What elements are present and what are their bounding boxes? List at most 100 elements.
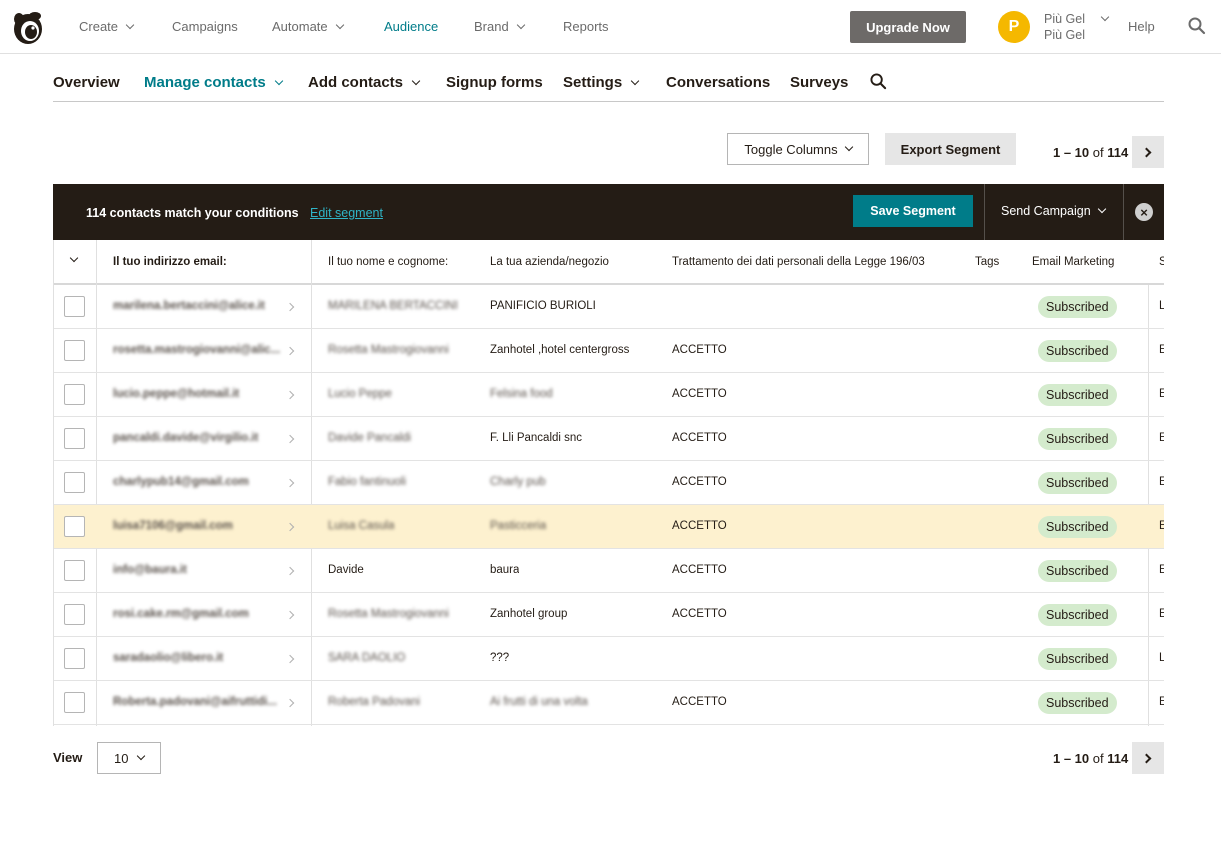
chevron-right-icon[interactable] [285,478,295,488]
account-menu[interactable]: Più Gel Più Gel [1044,11,1085,43]
status-badge: Subscribed [1038,692,1117,714]
pagination-summary-bottom: 1 – 10 of 114 [1053,751,1128,766]
row-checkbox[interactable] [64,516,85,537]
edit-segment-link[interactable]: Edit segment [310,206,383,220]
chevron-down-icon[interactable] [1100,12,1110,22]
nav-create[interactable]: Create [79,19,135,34]
chevron-right-icon[interactable] [285,302,295,312]
contact-email[interactable]: marilena.bertaccini@alice.it [113,300,265,312]
contact-company: PANIFICIO BURIOLI [490,300,596,312]
table-row[interactable]: info@baura.it Davide baura ACCETTO Subscribe… [54,549,1164,593]
nav-brand[interactable]: Brand [474,19,525,34]
next-page-button[interactable] [1132,136,1164,168]
row-checkbox[interactable] [64,472,85,493]
contact-name: MARILENA BERTACCINI [328,300,458,312]
column-header-email[interactable]: Il tuo indirizzo email: [113,256,227,268]
contact-privacy-consent: ACCETTO [672,432,727,444]
contact-email[interactable]: rosetta.mastrogiovanni@alic... [113,344,280,356]
status-badge: Subscribed [1038,384,1117,406]
chevron-right-icon[interactable] [285,610,295,620]
table-row[interactable]: saradaolio@libero.it SARA DAOLIO??? Subscr… [54,637,1164,681]
nav-automate-label: Automate [272,19,328,34]
table-row[interactable]: marilena.bertaccini@alice.it MARILENA BER… [54,285,1164,329]
contact-privacy-consent: ACCETTO [672,388,727,400]
table-header: Il tuo indirizzo email: Il tuo nome e co… [54,240,1164,285]
nav-reports[interactable]: Reports [563,19,609,34]
contact-company: Ai frutti di una volta [490,696,588,708]
tab-settings[interactable]: Settings [563,74,640,91]
rows-per-page-value: 10 [114,750,129,766]
row-checkbox[interactable] [64,384,85,405]
tab-signup-forms[interactable]: Signup forms [446,74,543,91]
nav-automate[interactable]: Automate [272,19,344,34]
contact-email[interactable]: info@baura.it [113,564,187,576]
chevron-right-icon[interactable] [285,390,295,400]
help-link[interactable]: Help [1128,19,1155,34]
contact-name: Davide [328,564,364,576]
table-row[interactable]: rosetta.mastrogiovanni@alic... Rosetta Ma… [54,329,1164,373]
tab-add-contacts[interactable]: Add contacts [308,74,421,91]
contact-email[interactable]: rosi.cake.rm@gmail.com [113,608,249,620]
row-checkbox[interactable] [64,604,85,625]
contact-email[interactable]: saradaolio@libero.it [113,652,223,664]
column-header-privacy[interactable]: Trattamento dei dati personali della Leg… [672,256,925,268]
table-row[interactable]: pancaldi.davide@virgilio.it Davide Pancal… [54,417,1164,461]
column-header-company[interactable]: La tua azienda/negozio [490,256,609,268]
row-checkbox[interactable] [64,648,85,669]
contact-email[interactable]: luisa7106@gmail.com [113,520,233,532]
select-all-dropdown-icon[interactable] [69,253,79,263]
divider [1123,184,1124,240]
pagination-total: 114 [1107,751,1129,766]
chevron-right-icon[interactable] [285,522,295,532]
pagination-of: of [1092,145,1104,160]
column-header-source[interactable]: S [1159,256,1164,268]
table-row[interactable]: rosi.cake.rm@gmail.com Rosetta Mastrogiov… [54,593,1164,637]
upgrade-now-button[interactable]: Upgrade Now [850,11,966,43]
row-checkbox[interactable] [64,560,85,581]
table-row[interactable]: luisa7106@gmail.com Luisa Casula Pasticcer… [54,505,1164,549]
chevron-down-icon [844,142,853,152]
save-segment-button[interactable]: Save Segment [853,195,973,227]
table-row[interactable]: Roberta.padovani@aifruttidi... Roberta Pa… [54,681,1164,725]
tab-add-contacts-label: Add contacts [308,74,404,91]
tab-overview[interactable]: Overview [53,74,120,91]
row-checkbox[interactable] [64,296,85,317]
send-campaign-button[interactable]: Send Campaign [1001,204,1106,218]
tab-conversations[interactable]: Conversations [666,74,770,91]
contact-source: E [1159,564,1164,576]
tab-manage-contacts[interactable]: Manage contacts [144,74,283,91]
column-header-name[interactable]: Il tuo nome e cognome: [328,256,448,268]
mailchimp-logo-icon[interactable] [11,10,45,46]
nav-audience[interactable]: Audience [384,19,438,34]
column-header-tags[interactable]: Tags [975,256,999,268]
row-checkbox[interactable] [64,692,85,713]
tab-surveys[interactable]: Surveys [790,74,848,91]
contact-source: E [1159,432,1164,444]
view-label: View [53,750,83,765]
table-row[interactable]: lucio.peppe@hotmail.it Lucio Peppe Felsina… [54,373,1164,417]
row-checkbox[interactable] [64,428,85,449]
contact-email[interactable]: charlypub14@gmail.com [113,476,249,488]
nav-campaigns[interactable]: Campaigns [172,19,238,34]
nav-audience-label: Audience [384,19,439,34]
rows-per-page-select[interactable]: 10 [97,742,161,774]
search-icon[interactable] [1188,17,1206,35]
export-segment-button[interactable]: Export Segment [885,133,1016,165]
close-icon[interactable]: × [1135,203,1153,221]
column-header-email-marketing[interactable]: Email Marketing [1032,256,1114,268]
chevron-right-icon[interactable] [285,698,295,708]
contact-email[interactable]: lucio.peppe@hotmail.it [113,388,239,400]
row-checkbox[interactable] [64,340,85,361]
contact-email[interactable]: Roberta.padovani@aifruttidi... [113,696,277,708]
table-row[interactable]: charlypub14@gmail.com Fabio fantinuoli Cha… [54,461,1164,505]
chevron-right-icon[interactable] [285,654,295,664]
avatar[interactable]: P [998,11,1030,43]
chevron-right-icon[interactable] [285,346,295,356]
chevron-right-icon[interactable] [285,566,295,576]
contact-email[interactable]: pancaldi.davide@virgilio.it [113,432,258,444]
search-icon[interactable] [870,73,887,90]
status-badge: Subscribed [1038,516,1117,538]
toggle-columns-button[interactable]: Toggle Columns [727,133,869,165]
next-page-button[interactable] [1132,742,1164,774]
chevron-right-icon[interactable] [285,434,295,444]
